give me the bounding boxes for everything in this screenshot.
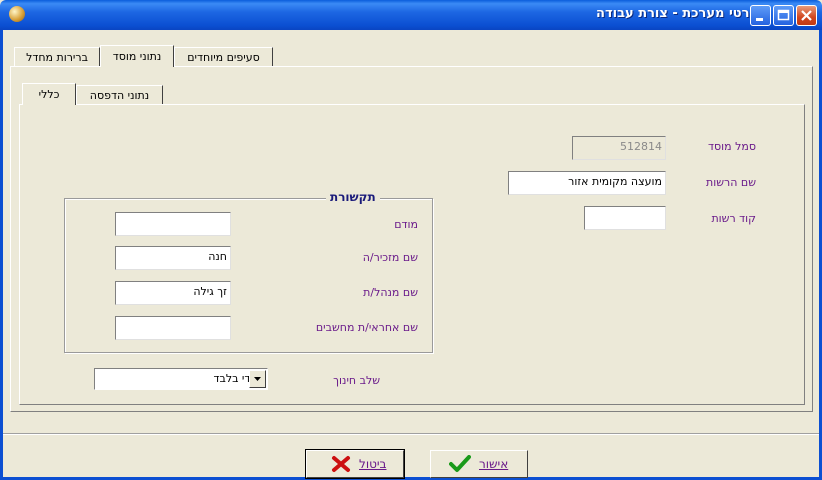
authority-name-label: שם הרשות [705,176,756,189]
window-title: פרטי מערכת - צורת עבודה [596,6,758,21]
secretary-name-label: שם מזכיר/ה [362,251,418,264]
minimize-button[interactable] [750,5,771,26]
authority-code-label: קוד רשות [711,212,756,225]
cancel-button-label: ביטול [359,457,387,471]
modem-field[interactable] [115,212,231,236]
authority-code-field[interactable] [584,206,666,230]
communication-group-title: תקשורת [326,190,380,204]
tab-special-sections[interactable]: סעיפים מיוחדים [174,47,273,67]
confirm-button[interactable]: אישור [430,450,528,478]
secretary-name-field[interactable]: חנה [115,246,231,270]
modem-label: מודם [394,218,418,231]
institution-symbol-label: סמל מוסד [708,140,756,153]
confirm-button-label: אישור [479,457,509,471]
close-icon [801,10,812,21]
tab-institution-data[interactable]: נתוני מוסד [100,45,174,67]
minimize-icon [756,18,763,21]
tab-defaults[interactable]: ברירות מחדל [14,47,100,67]
close-button[interactable] [796,5,817,26]
tab-general[interactable]: כללי [22,83,76,105]
app-icon[interactable] [9,6,25,22]
check-mark-icon [449,455,471,472]
computer-admin-field[interactable] [115,316,231,340]
bottom-separator [3,433,819,435]
tab-print-data[interactable]: נתוני הדפסה [76,85,163,105]
education-stage-label: שלב חינוך [333,374,380,387]
authority-name-field[interactable]: מועצה מקומית אזור [508,171,666,195]
cancel-button[interactable]: ביטול [305,449,405,479]
education-stage-dropdown-button[interactable] [249,370,266,388]
institution-symbol-field[interactable]: 512814 [572,136,666,160]
computer-admin-label: שם אחראי/ת מחשבים [315,321,418,334]
education-stage-select[interactable]: יסודי בלבד [94,368,268,390]
x-mark-icon [332,456,350,472]
manager-name-field[interactable]: זך גילה [115,281,231,305]
maximize-button[interactable] [773,5,794,26]
chevron-down-icon [254,377,261,381]
manager-name-label: שם מנהל/ת [363,286,418,299]
dialog-window: פרטי מערכת - צורת עבודה סעיפים מיוחדים נ… [0,0,822,480]
title-bar[interactable]: פרטי מערכת - צורת עבודה [0,0,822,30]
maximize-icon [777,9,790,21]
